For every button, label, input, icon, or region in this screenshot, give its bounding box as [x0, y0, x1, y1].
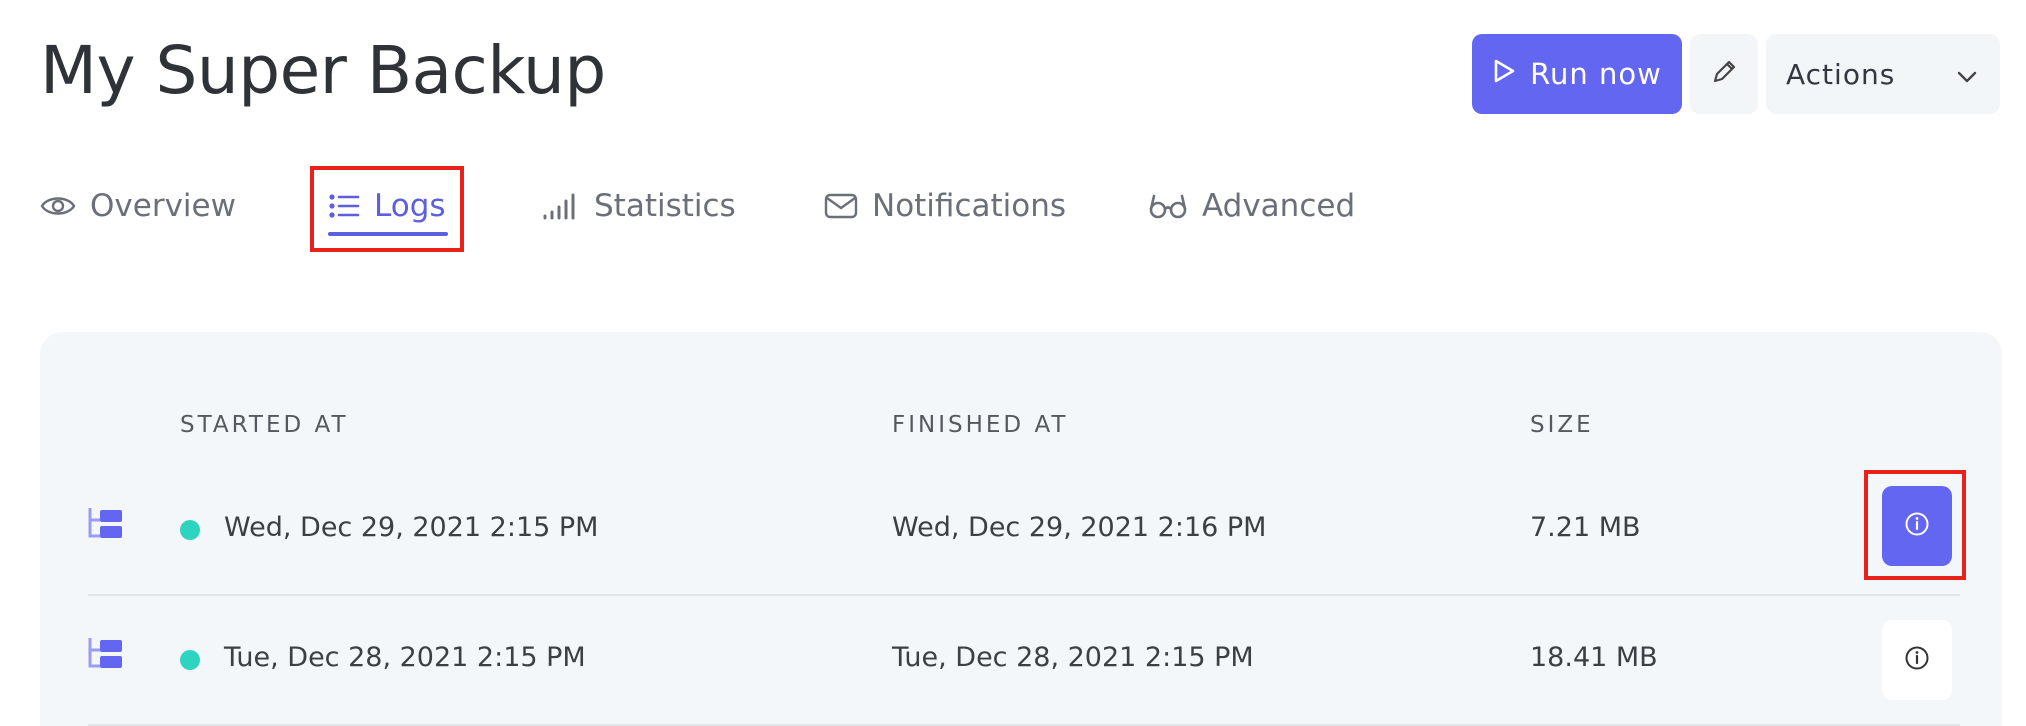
- folder-tree-icon: [86, 506, 126, 546]
- tab-overview[interactable]: Overview: [40, 180, 236, 232]
- tab-statistics[interactable]: Statistics: [542, 180, 736, 232]
- backup-detail-page: My Super Backup Run now Actions Overview: [0, 0, 2026, 726]
- tab-overview-label: Overview: [90, 188, 236, 224]
- started-at-cell: Wed, Dec 29, 2021 2:15 PM: [224, 512, 599, 543]
- tab-notifications-label: Notifications: [872, 188, 1067, 224]
- actions-label: Actions: [1786, 57, 1896, 91]
- tab-logs[interactable]: Logs: [328, 180, 446, 232]
- tab-statistics-label: Statistics: [594, 188, 736, 224]
- tab-logs-label: Logs: [374, 188, 446, 224]
- status-success-dot: [180, 650, 200, 670]
- active-tab-indicator: [328, 232, 448, 236]
- status-success-dot: [180, 520, 200, 540]
- tab-notifications[interactable]: Notifications: [824, 180, 1066, 232]
- eye-icon: [40, 193, 76, 219]
- page-title: My Super Backup: [40, 32, 606, 109]
- column-header-started: STARTED AT: [180, 412, 349, 438]
- finished-at-cell: Tue, Dec 28, 2021 2:15 PM: [892, 642, 1254, 673]
- info-icon: [1904, 645, 1930, 675]
- column-header-finished: FINISHED AT: [892, 412, 1069, 438]
- folder-tree-icon: [86, 636, 126, 676]
- edit-button[interactable]: [1690, 34, 1758, 114]
- row-divider: [88, 594, 1960, 596]
- column-header-size: SIZE: [1530, 412, 1594, 438]
- signal-bars-icon: [542, 191, 580, 221]
- log-info-button[interactable]: [1882, 486, 1952, 566]
- list-icon: [328, 192, 360, 220]
- actions-dropdown[interactable]: Actions: [1766, 34, 2000, 114]
- header-actions: Run now Actions: [1472, 34, 2000, 114]
- started-at-cell: Tue, Dec 28, 2021 2:15 PM: [224, 642, 586, 673]
- run-now-button[interactable]: Run now: [1472, 34, 1682, 114]
- play-icon: [1492, 57, 1516, 91]
- size-cell: 18.41 MB: [1530, 642, 1658, 673]
- tab-advanced[interactable]: Advanced: [1148, 180, 1355, 232]
- info-icon: [1904, 511, 1930, 541]
- finished-at-cell: Wed, Dec 29, 2021 2:16 PM: [892, 512, 1267, 543]
- run-now-label: Run now: [1530, 57, 1662, 91]
- glasses-icon: [1148, 192, 1188, 220]
- log-info-button[interactable]: [1882, 620, 1952, 700]
- chevron-down-icon: [1956, 58, 1978, 91]
- envelope-icon: [824, 193, 858, 219]
- size-cell: 7.21 MB: [1530, 512, 1641, 543]
- pencil-icon: [1709, 57, 1739, 91]
- tab-advanced-label: Advanced: [1202, 188, 1356, 224]
